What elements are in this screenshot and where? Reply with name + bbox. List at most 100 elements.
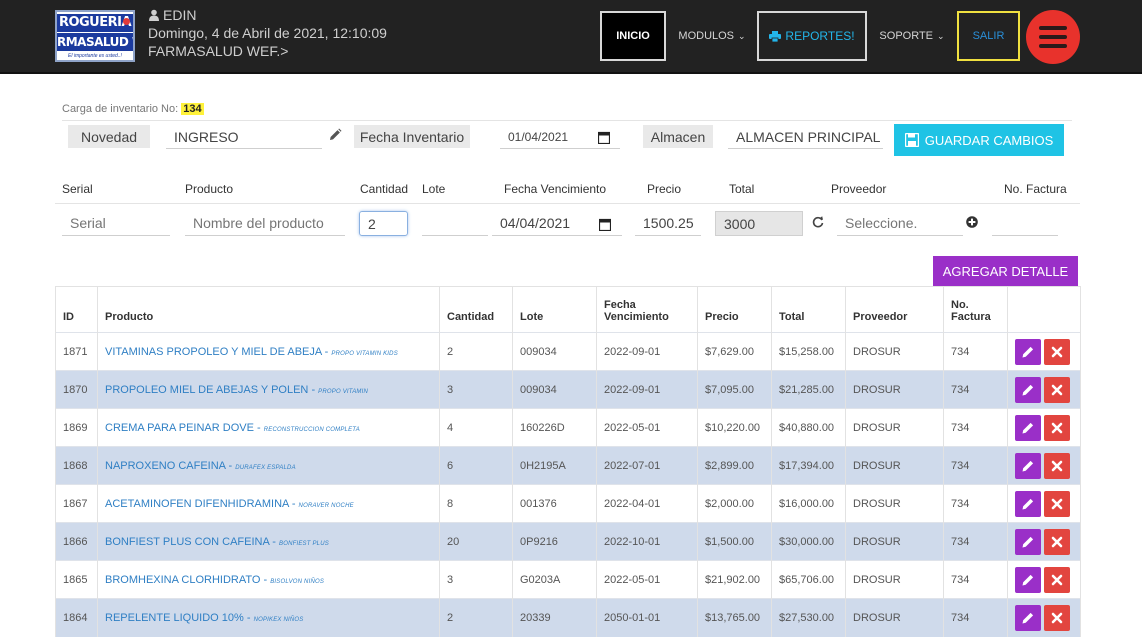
cell-proveedor: DROSUR [845, 408, 944, 447]
serial-input[interactable] [62, 211, 170, 236]
cell-producto: REPELENTE LIQUIDO 10% - NOPIKEX NIÑOS [97, 598, 440, 637]
product-link[interactable]: NAPROXENO CAFEINA [105, 460, 225, 472]
cell-factura: 734 [943, 522, 1008, 561]
cell-producto: CREMA PARA PEINAR DOVE - RECONSTRUCCION … [97, 408, 440, 447]
nav-inicio-button[interactable]: INICIO [600, 11, 666, 61]
delete-row-button[interactable] [1044, 528, 1070, 555]
cell-producto: BROMHEXINA CLORHIDRATO - BISOLVON NIÑOS [97, 560, 440, 599]
cell-id: 1870 [55, 370, 98, 409]
delete-row-button[interactable] [1044, 338, 1070, 365]
col-header-actions [1007, 286, 1081, 333]
pencil-icon[interactable] [328, 128, 342, 142]
novedad-field[interactable]: INGRESO [166, 125, 322, 149]
edit-row-button[interactable] [1015, 452, 1041, 479]
edit-row-button[interactable] [1015, 490, 1041, 517]
store-name[interactable]: FARMASALUD WEF.> [148, 42, 387, 60]
delete-icon [1051, 536, 1063, 547]
edit-row-button[interactable] [1015, 414, 1041, 441]
factura-col-label: No. Factura [1004, 182, 1067, 196]
cell-actions [1007, 408, 1081, 447]
cell-factura: 734 [943, 408, 1008, 447]
producto-input[interactable] [185, 211, 345, 236]
plus-circle-icon[interactable] [966, 216, 978, 228]
almacen-select[interactable]: ALMACEN PRINCIPAL [728, 125, 883, 149]
product-brand: BISOLVON NIÑOS [270, 578, 325, 585]
cell-proveedor: DROSUR [845, 484, 944, 523]
logo-text-line1: ROGUERIA [57, 14, 133, 32]
product-link[interactable]: CREMA PARA PEINAR DOVE [105, 422, 254, 434]
col-header-precio: Precio [697, 286, 772, 333]
delete-icon [1051, 422, 1063, 433]
cantidad-col-label: Cantidad [360, 182, 409, 196]
brand-logo[interactable]: ROGUERIA RMASALUD W El importante es ust… [55, 10, 135, 62]
lote-input[interactable] [422, 211, 488, 236]
calendar-icon[interactable] [598, 131, 610, 144]
factura-input[interactable] [992, 211, 1058, 236]
edit-icon [1022, 422, 1034, 433]
col-header-lote: Lote [512, 286, 597, 333]
nav-modulos-dropdown[interactable]: MODULOS ⌄ [672, 11, 752, 61]
carga-inventario-label: Carga de inventario No: 134 [62, 103, 204, 115]
delete-row-button[interactable] [1044, 604, 1070, 631]
proveedor-select[interactable] [837, 211, 963, 236]
cell-precio: $2,000.00 [697, 484, 772, 523]
product-link[interactable]: ACETAMINOFEN DIFENHIDRAMINA [105, 498, 289, 510]
cell-precio: $10,220.00 [697, 408, 772, 447]
edit-icon [1022, 498, 1034, 509]
print-icon [769, 30, 782, 42]
table-row: 1868 NAPROXENO CAFEINA - DURAFEX ESPALDA 6… [55, 446, 1081, 485]
cell-proveedor: DROSUR [845, 446, 944, 485]
cell-factura: 734 [943, 484, 1008, 523]
delete-row-button[interactable] [1044, 490, 1070, 517]
table-row: 1870 PROPOLEO MIEL DE ABEJAS Y POLEN - PR… [55, 370, 1081, 409]
cell-cantidad: 4 [439, 408, 513, 447]
delete-row-button[interactable] [1044, 414, 1070, 441]
nav-reportes-button[interactable]: REPORTES! [757, 11, 867, 61]
precio-col-label: Precio [647, 182, 682, 196]
table-body: 1871 VITAMINAS PROPOLEO Y MIEL DE ABEJA -… [55, 332, 1081, 637]
calendar-icon[interactable] [599, 218, 611, 231]
delete-row-button[interactable] [1044, 452, 1070, 479]
edit-icon [1022, 574, 1034, 585]
guardar-cambios-button[interactable]: GUARDAR CAMBIOS [894, 124, 1064, 156]
product-separator: - [260, 573, 271, 586]
novedad-label: Novedad [68, 125, 150, 148]
cell-cantidad: 2 [439, 332, 513, 371]
cell-id: 1871 [55, 332, 98, 371]
delete-row-button[interactable] [1044, 376, 1070, 403]
cell-id: 1867 [55, 484, 98, 523]
agregar-detalle-button[interactable]: AGREGAR DETALLE [933, 256, 1078, 286]
cantidad-input[interactable]: 2 [359, 211, 408, 236]
cell-factura: 734 [943, 560, 1008, 599]
cell-precio: $21,902.00 [697, 560, 772, 599]
fecha-inventario-label: Fecha Inventario [354, 125, 470, 148]
edit-row-button[interactable] [1015, 528, 1041, 555]
nav-salir-button[interactable]: SALIR [957, 11, 1020, 61]
col-header-fecha-line2: Vencimiento [604, 311, 669, 323]
precio-input[interactable]: 1500.25 [635, 211, 701, 236]
edit-row-button[interactable] [1015, 338, 1041, 365]
product-link[interactable]: VITAMINAS PROPOLEO Y MIEL DE ABEJA [105, 346, 322, 358]
cell-producto: PROPOLEO MIEL DE ABEJAS Y POLEN - PROPO … [97, 370, 440, 409]
hamburger-menu-icon[interactable] [1026, 10, 1080, 64]
product-link[interactable]: BONFIEST PLUS CON CAFEINA [105, 536, 269, 548]
nav-soporte-dropdown[interactable]: SOPORTE ⌄ [872, 11, 952, 61]
delete-icon [1051, 460, 1063, 471]
refresh-icon[interactable] [812, 215, 824, 229]
divider [62, 120, 1072, 121]
table-row: 1871 VITAMINAS PROPOLEO Y MIEL DE ABEJA -… [55, 332, 1081, 371]
edit-row-button[interactable] [1015, 566, 1041, 593]
product-link[interactable]: REPELENTE LIQUIDO 10% [105, 612, 244, 624]
edit-row-button[interactable] [1015, 604, 1041, 631]
fecha-vencimiento-col-label: Fecha Vencimiento [504, 182, 607, 196]
delete-row-button[interactable] [1044, 566, 1070, 593]
product-link[interactable]: PROPOLEO MIEL DE ABEJAS Y POLEN [105, 384, 308, 396]
cell-lote: 009034 [512, 332, 597, 371]
product-brand: NORAVER NOCHE [298, 502, 354, 509]
product-separator: - [225, 459, 236, 472]
product-brand: PROPO VITAMIN KIDS [331, 350, 398, 357]
edit-row-button[interactable] [1015, 376, 1041, 403]
cell-proveedor: DROSUR [845, 560, 944, 599]
product-link[interactable]: BROMHEXINA CLORHIDRATO [105, 574, 260, 586]
cell-factura: 734 [943, 446, 1008, 485]
